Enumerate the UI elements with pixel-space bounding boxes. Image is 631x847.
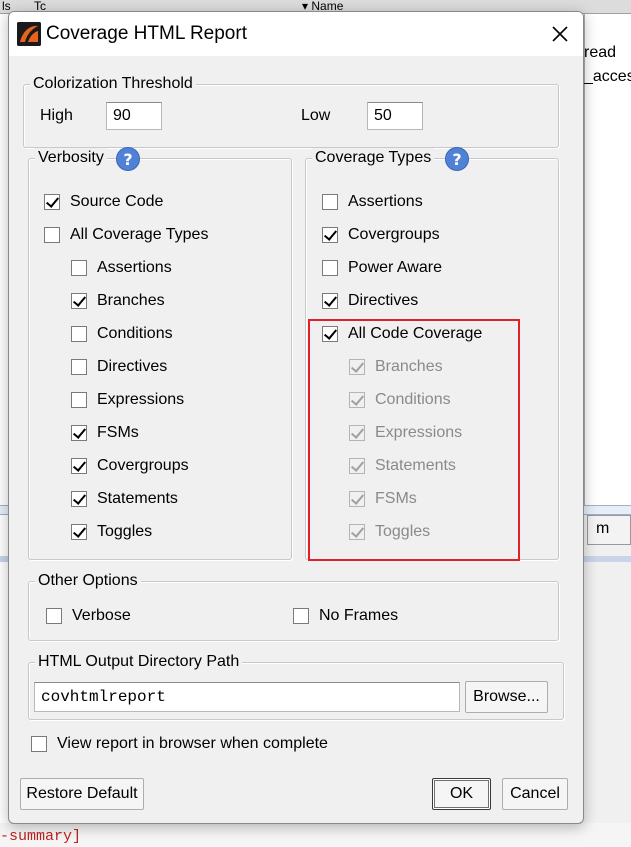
checkbox-label: Conditions (97, 325, 173, 342)
help-icon[interactable]: ? (445, 147, 469, 171)
checkbox-icon (44, 227, 60, 243)
group-legend: Verbosity (35, 148, 107, 168)
checkbox-label: Assertions (97, 259, 172, 276)
toggles-checkbox[interactable]: Toggles (71, 521, 152, 543)
checkbox-label: Branches (97, 292, 165, 309)
background-text: read (584, 44, 617, 61)
cov-power-aware-checkbox[interactable]: Power Aware (322, 257, 442, 279)
coverage-html-report-dialog: Coverage HTML Report Colorization Thresh… (8, 11, 584, 824)
highlight-annotation (308, 319, 520, 561)
low-threshold-input[interactable] (367, 102, 423, 130)
checkbox-icon (71, 293, 87, 309)
assertions-checkbox[interactable]: Assertions (71, 257, 172, 279)
expressions-checkbox[interactable]: Expressions (71, 389, 184, 411)
cov-directives-checkbox[interactable]: Directives (322, 290, 418, 312)
checkbox-label: Expressions (97, 391, 185, 408)
fsms-checkbox[interactable]: FSMs (71, 422, 139, 444)
checkbox-icon (46, 608, 62, 624)
close-icon (552, 26, 568, 42)
low-label: Low (301, 107, 331, 124)
background-tab[interactable]: m (587, 515, 631, 545)
ok-button[interactable]: OK (432, 778, 491, 810)
group-legend: Other Options (35, 571, 141, 591)
checkbox-icon (71, 359, 87, 375)
restore-default-button[interactable]: Restore Default (20, 778, 144, 810)
group-legend: Colorization Threshold (30, 74, 196, 94)
background-pane (584, 14, 631, 514)
conditions-checkbox[interactable]: Conditions (71, 323, 173, 345)
checkbox-icon (71, 392, 87, 408)
checkbox-icon (71, 491, 87, 507)
checkbox-icon (322, 260, 338, 276)
covergroups-checkbox[interactable]: Covergroups (71, 455, 189, 477)
checkbox-label: Verbose (72, 607, 131, 624)
cancel-button[interactable]: Cancel (502, 778, 568, 810)
app-logo-icon (17, 22, 41, 46)
high-label: High (40, 107, 73, 124)
output-directory-input[interactable] (34, 682, 460, 712)
checkbox-label: All Coverage Types (70, 226, 209, 243)
background-transcript-text: -summary] (0, 828, 82, 845)
checkbox-icon (31, 736, 47, 752)
all-coverage-types-checkbox[interactable]: All Coverage Types (44, 224, 208, 246)
checkbox-icon (322, 194, 338, 210)
checkbox-label: No Frames (319, 607, 399, 624)
group-legend: HTML Output Directory Path (35, 652, 243, 672)
directives-checkbox[interactable]: Directives (71, 356, 167, 378)
checkbox-label: Source Code (70, 193, 164, 210)
checkbox-label: Toggles (97, 523, 153, 540)
high-threshold-input[interactable] (106, 102, 162, 130)
checkbox-icon (322, 227, 338, 243)
close-button[interactable] (547, 21, 573, 47)
browse-button[interactable]: Browse... (465, 681, 548, 713)
checkbox-label: FSMs (97, 424, 139, 441)
checkbox-icon (71, 425, 87, 441)
background-text: _access (584, 68, 631, 85)
checkbox-label: Directives (97, 358, 168, 375)
background-column-header: ls (2, 0, 11, 13)
checkbox-icon (71, 524, 87, 540)
colorization-threshold-group: Colorization Threshold (23, 74, 559, 148)
checkbox-icon (71, 458, 87, 474)
checkbox-icon (293, 608, 309, 624)
group-legend: Coverage Types (312, 148, 435, 168)
checkbox-label: Directives (348, 292, 419, 309)
background-transcript (0, 823, 631, 847)
checkbox-label: View report in browser when complete (57, 735, 328, 752)
dialog-titlebar[interactable]: Coverage HTML Report (9, 12, 583, 56)
branches-checkbox[interactable]: Branches (71, 290, 165, 312)
checkbox-icon (44, 194, 60, 210)
source-code-checkbox[interactable]: Source Code (44, 191, 163, 213)
checkbox-label: Assertions (348, 193, 423, 210)
statements-checkbox[interactable]: Statements (71, 488, 178, 510)
checkbox-icon (71, 326, 87, 342)
checkbox-label: Covergroups (348, 226, 440, 243)
verbose-checkbox[interactable]: Verbose (46, 605, 131, 627)
checkbox-icon (71, 260, 87, 276)
cov-covergroups-checkbox[interactable]: Covergroups (322, 224, 440, 246)
cov-assertions-checkbox[interactable]: Assertions (322, 191, 423, 213)
dialog-title: Coverage HTML Report (46, 23, 247, 44)
checkbox-label: Power Aware (348, 259, 442, 276)
checkbox-icon (322, 293, 338, 309)
checkbox-label: Covergroups (97, 457, 189, 474)
view-in-browser-checkbox[interactable]: View report in browser when complete (31, 733, 328, 755)
checkbox-label: Statements (97, 490, 178, 507)
help-icon[interactable]: ? (116, 147, 140, 171)
no-frames-checkbox[interactable]: No Frames (293, 605, 398, 627)
